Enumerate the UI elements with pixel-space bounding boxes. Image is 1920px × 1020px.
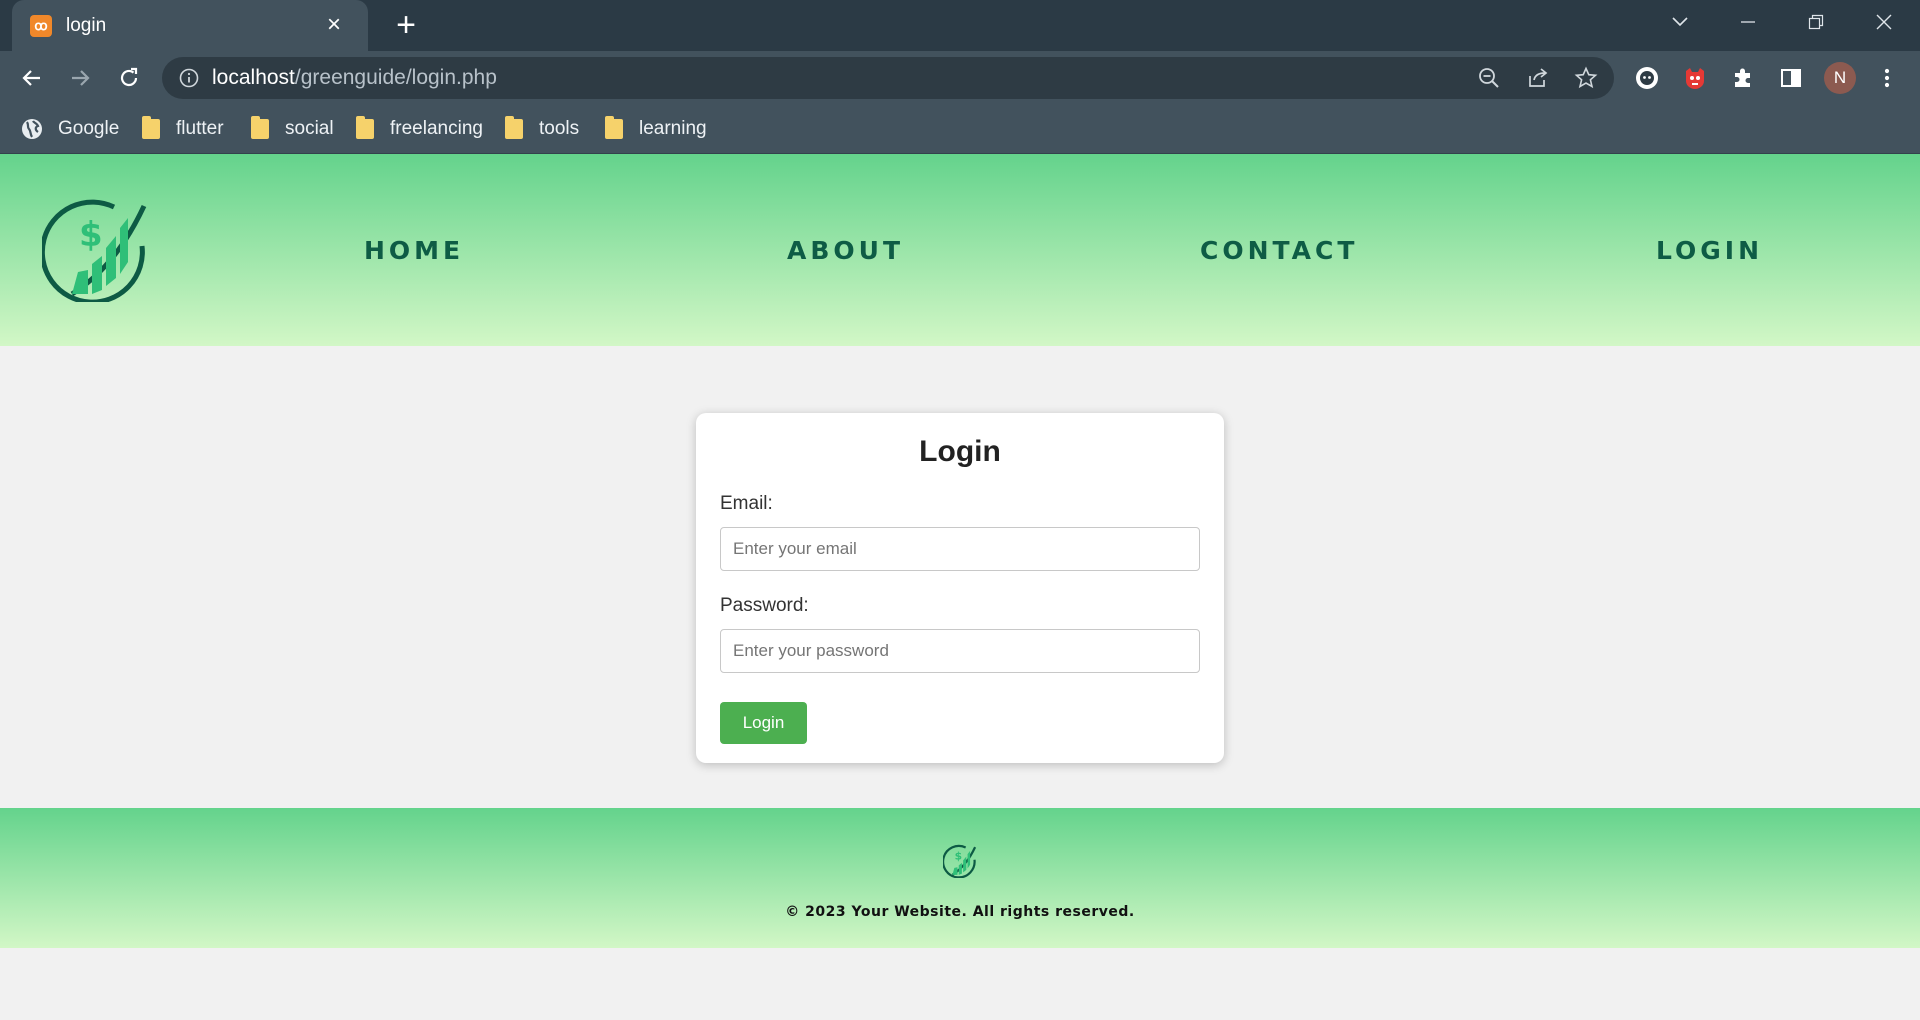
address-bar[interactable]: localhost/greenguide/login.php xyxy=(162,57,1614,99)
login-card: Login Email: Password: Login xyxy=(696,413,1224,763)
folder-icon xyxy=(356,116,374,139)
extensions-puzzle-icon[interactable] xyxy=(1728,63,1758,93)
bookmark-folder-flutter[interactable]: flutter xyxy=(142,115,224,143)
new-tab-icon[interactable]: + xyxy=(392,8,420,42)
profile-avatar[interactable]: N xyxy=(1824,62,1856,94)
bookmark-folder-tools[interactable]: tools xyxy=(505,115,579,143)
close-window-icon[interactable] xyxy=(1854,0,1914,44)
footer-logo-icon: $ xyxy=(942,844,977,879)
url-text[interactable]: localhost/greenguide/login.php xyxy=(212,66,497,90)
nav-about[interactable]: ABOUT xyxy=(787,236,904,265)
bookmark-google[interactable]: Google xyxy=(20,115,119,143)
extension-red-icon[interactable] xyxy=(1680,63,1710,93)
bookmark-label: Google xyxy=(58,118,120,139)
back-arrow-icon[interactable] xyxy=(17,63,47,93)
nav-contact[interactable]: CONTACT xyxy=(1200,236,1358,265)
url-path: /greenguide/login.php xyxy=(294,66,497,89)
email-label: Email: xyxy=(720,493,773,514)
email-input[interactable] xyxy=(720,527,1200,571)
password-label: Password: xyxy=(720,595,809,616)
login-button[interactable]: Login xyxy=(720,702,807,744)
globe-icon xyxy=(20,117,44,141)
logo-dollar-symbol: $ xyxy=(79,215,103,255)
browser-toolbar: localhost/greenguide/login.php xyxy=(0,51,1920,105)
bookmark-label: social xyxy=(285,118,334,139)
bookmark-folder-learning[interactable]: learning xyxy=(605,115,707,143)
share-icon[interactable] xyxy=(1526,66,1550,90)
folder-icon xyxy=(505,116,523,139)
folder-icon xyxy=(605,116,623,139)
tab-title: login xyxy=(66,14,107,36)
folder-icon xyxy=(142,116,160,139)
greenguide-logo-icon[interactable]: $ xyxy=(39,198,150,305)
page-viewport: $ HOME ABOUT CONTACT LOGIN Login Email: … xyxy=(0,154,1920,1020)
bookmark-label: flutter xyxy=(176,118,224,139)
menu-kebab-icon[interactable] xyxy=(1872,63,1902,93)
restore-icon[interactable] xyxy=(1786,0,1846,44)
zoom-out-icon[interactable] xyxy=(1477,66,1501,90)
bookmark-label: tools xyxy=(539,118,580,139)
forward-arrow-icon[interactable] xyxy=(65,63,95,93)
bookmarks-bar: Google flutter social freelancing tools … xyxy=(0,105,1920,154)
footer-logo-dollar-symbol: $ xyxy=(955,850,962,863)
tab-search-chevron-icon[interactable] xyxy=(1650,0,1710,44)
site-info-icon[interactable] xyxy=(178,67,200,89)
browser-title-bar: ꝏ login × + xyxy=(0,0,1920,51)
close-tab-icon[interactable]: × xyxy=(322,13,346,37)
minimize-icon[interactable] xyxy=(1718,0,1778,44)
url-host: localhost xyxy=(212,66,295,89)
bookmark-folder-freelancing[interactable]: freelancing xyxy=(356,115,483,143)
browser-tab[interactable]: ꝏ login × xyxy=(12,0,368,51)
folder-icon xyxy=(251,116,269,139)
password-input[interactable] xyxy=(720,629,1200,673)
side-panel-icon[interactable] xyxy=(1776,63,1806,93)
login-title: Login xyxy=(919,435,1001,468)
reload-icon[interactable] xyxy=(114,63,144,93)
nav-home[interactable]: HOME xyxy=(364,236,464,265)
extension-chat-icon[interactable] xyxy=(1632,63,1662,93)
bookmark-label: freelancing xyxy=(390,118,483,139)
bookmark-star-icon[interactable] xyxy=(1574,66,1598,90)
bookmark-label: learning xyxy=(639,118,707,139)
xampp-favicon-icon: ꝏ xyxy=(30,14,52,37)
copyright-text: © 2023 Your Website. All rights reserved… xyxy=(785,904,1135,920)
site-footer: $ © 2023 Your Website. All rights reserv… xyxy=(0,808,1920,948)
site-header: $ HOME ABOUT CONTACT LOGIN xyxy=(0,154,1920,346)
bookmark-folder-social[interactable]: social xyxy=(251,115,334,143)
nav-login[interactable]: LOGIN xyxy=(1656,236,1763,265)
